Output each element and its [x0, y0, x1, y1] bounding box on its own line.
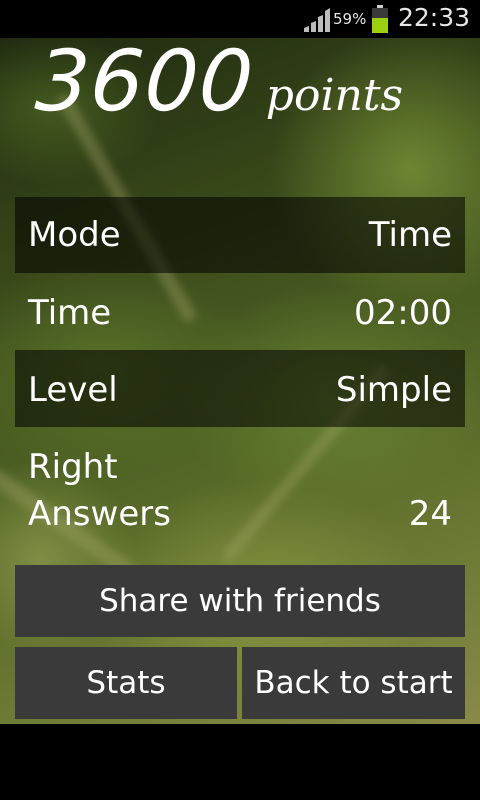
- stat-row-level: Level Simple: [15, 350, 465, 427]
- stats-button[interactable]: Stats: [15, 647, 237, 719]
- score-value: 3600: [32, 32, 258, 130]
- stat-label-line1: Right: [28, 447, 118, 487]
- stat-row-mode: Mode Time: [15, 197, 465, 273]
- bottom-bar: [0, 724, 480, 800]
- signal-bars-icon: [304, 8, 330, 32]
- stat-value: Time: [368, 215, 452, 255]
- stat-value: 24: [408, 494, 452, 534]
- status-clock: 22:33: [398, 3, 471, 32]
- score-unit: points: [265, 70, 404, 121]
- stat-label: Time: [28, 293, 112, 333]
- battery-percent: 59%: [333, 10, 367, 28]
- stat-label: Mode: [28, 215, 121, 255]
- share-with-friends-button[interactable]: Share with friends: [15, 565, 465, 637]
- score-display: 3600 points: [32, 32, 404, 130]
- stat-value: 02:00: [354, 293, 452, 333]
- stat-label-line2: Answers: [28, 494, 171, 534]
- result-screen: 59% 22:33 3600 points Mode Time Time 02:0…: [0, 0, 480, 800]
- stat-label: Level: [28, 370, 118, 410]
- stat-row-time: Time 02:00: [15, 273, 465, 350]
- back-to-start-button[interactable]: Back to start: [242, 647, 465, 719]
- stat-row-right-answers: Right Answers 24: [15, 427, 465, 557]
- battery-icon: [372, 5, 388, 33]
- stat-value: Simple: [335, 370, 452, 410]
